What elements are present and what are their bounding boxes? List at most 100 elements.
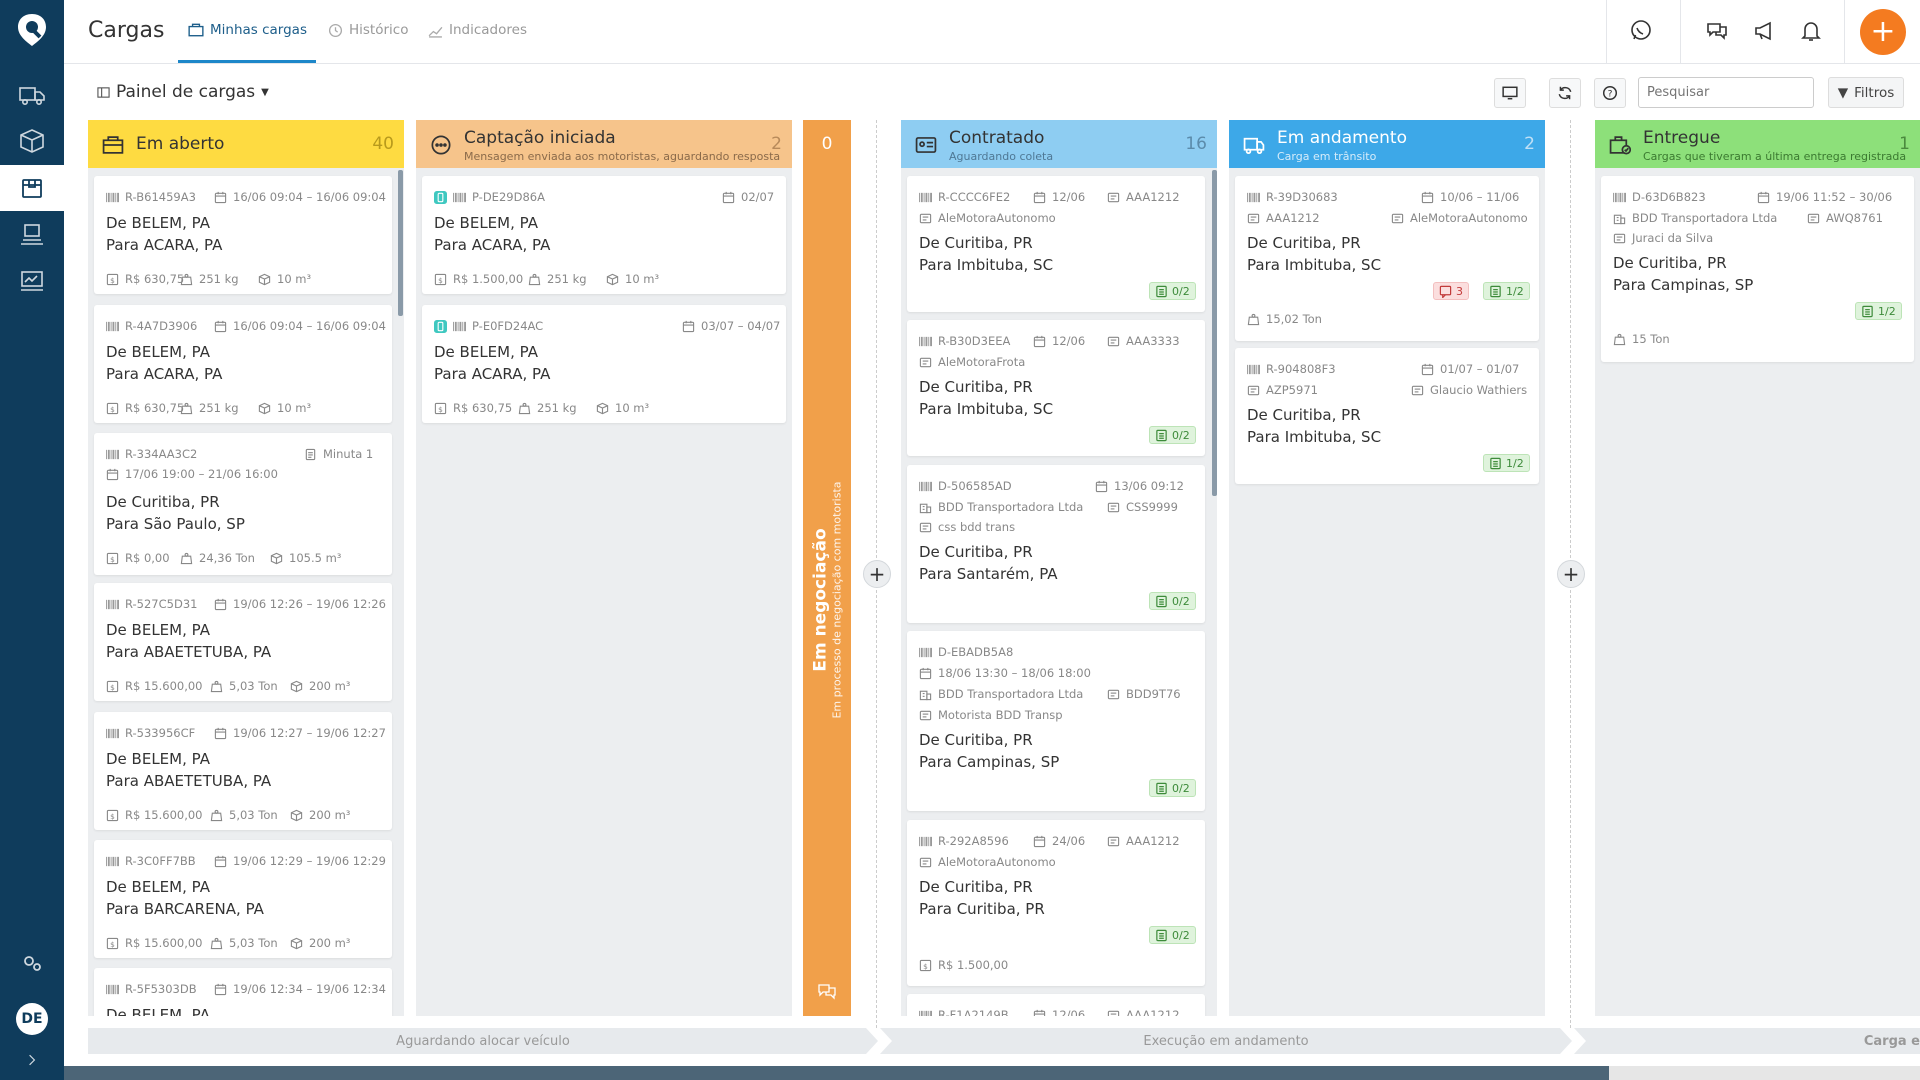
truck-icon bbox=[1243, 137, 1265, 155]
bar-icon bbox=[1613, 191, 1626, 204]
cargo-card[interactable]: R-B30D3EEA 12/06 AAA3333 AleMotoraFrota De C… bbox=[907, 320, 1205, 456]
volume-value: 10 m³ bbox=[258, 272, 311, 286]
cargo-card[interactable]: P-DE29D86A 02/07 De BELEM, PA Para ACARA, P… bbox=[422, 176, 786, 294]
cargo-id: R-292A8596 bbox=[919, 834, 1009, 848]
cargo-card[interactable]: R-F1A2149B 12/06 AAA1212 bbox=[907, 994, 1205, 1016]
value-text: 24/06 bbox=[1052, 834, 1086, 848]
add-cargo-button[interactable]: + bbox=[1860, 9, 1906, 55]
cargo-card[interactable]: R-533956CF 19/06 12:27 – 19/06 12:27 De BE… bbox=[94, 712, 392, 830]
nav-delivery-icon[interactable] bbox=[0, 212, 64, 258]
tab-indicadores[interactable]: Indicadores bbox=[428, 22, 527, 38]
cargo-card[interactable]: R-292A8596 24/06 AAA1212 AleMotoraAutonomo D… bbox=[907, 820, 1205, 986]
driver-name: css bdd trans bbox=[919, 520, 1015, 534]
progress-badge[interactable]: 1/2 bbox=[1483, 454, 1530, 472]
board-selector[interactable]: Painel de cargas ▼ bbox=[97, 82, 269, 102]
progress-badge[interactable]: 1/2 bbox=[1855, 302, 1902, 320]
bar-icon bbox=[106, 448, 119, 461]
scrollbar-thumb[interactable] bbox=[64, 1066, 1609, 1080]
progress-badge[interactable]: 1/2 bbox=[1483, 282, 1530, 300]
progress-badge[interactable]: 0/2 bbox=[1149, 926, 1196, 944]
truck-icon bbox=[1107, 835, 1120, 848]
weight-icon bbox=[210, 937, 223, 950]
cargo-card[interactable]: R-4A7D3906 16/06 09:04 – 16/06 09:04 De BE… bbox=[94, 305, 392, 423]
bar-icon bbox=[106, 855, 119, 868]
filters-button[interactable]: ▼ Filtros bbox=[1828, 77, 1904, 108]
cargo-card[interactable]: R-B61459A3 16/06 09:04 – 16/06 09:04 De BE… bbox=[94, 176, 392, 294]
cargo-date: 19/06 12:26 – 19/06 12:26 bbox=[214, 597, 386, 611]
progress-badge[interactable]: 0/2 bbox=[1149, 282, 1196, 300]
column-em-negociacao[interactable]: 0 Em negociação Em processo de negociaçã… bbox=[803, 120, 851, 1016]
value-text: AleMotoraAutonomo bbox=[938, 211, 1056, 225]
delivered-box-icon bbox=[1609, 136, 1631, 155]
cargo-card[interactable]: D-506585AD 13/06 09:12 BDD Transportadora … bbox=[907, 465, 1205, 623]
tab-minhas-cargas[interactable]: Minhas cargas bbox=[188, 22, 307, 38]
column-header: Em aberto 40 bbox=[88, 120, 404, 168]
chat-badge[interactable]: 3 bbox=[1433, 282, 1469, 300]
add-column-button[interactable]: + bbox=[863, 560, 891, 588]
bell-icon[interactable] bbox=[1798, 18, 1824, 44]
nav-indicators-icon[interactable] bbox=[0, 258, 64, 304]
origin-label: De BELEM, PA bbox=[434, 214, 538, 232]
avatar[interactable]: DE bbox=[16, 1003, 48, 1035]
weight-icon bbox=[180, 402, 193, 415]
cargo-card[interactable]: R-39D30683 10/06 – 11/06 AAA1212 AleMotoraA… bbox=[1235, 176, 1539, 341]
cargo-card[interactable]: R-904808F3 01/07 – 01/07 AZP5971 Glaucio Wa… bbox=[1235, 348, 1539, 484]
cargo-date: 10/06 – 11/06 bbox=[1421, 190, 1519, 204]
monitor-icon bbox=[1502, 86, 1518, 100]
driver-name: Glaucio Wathiers bbox=[1411, 383, 1527, 397]
cal-icon bbox=[919, 667, 932, 680]
monitor-view-button[interactable] bbox=[1494, 78, 1526, 108]
vehicle-plate: AAA1212 bbox=[1107, 834, 1180, 848]
cargo-card[interactable]: R-5F5303DB 19/06 12:34 – 19/06 12:34 De BE… bbox=[94, 968, 392, 1016]
value-text: Glaucio Wathiers bbox=[1430, 383, 1528, 397]
cargo-card[interactable]: D-EBADB5A8 18/06 13:30 – 18/06 18:00 BDD T… bbox=[907, 631, 1205, 811]
progress-badge[interactable]: 0/2 bbox=[1149, 426, 1196, 444]
cargo-card[interactable]: R-CCCC6FE2 12/06 AAA1212 AleMotoraAutonomo D… bbox=[907, 176, 1205, 312]
expand-sidebar-icon[interactable] bbox=[0, 1040, 64, 1080]
tab-historico[interactable]: Histórico bbox=[328, 22, 408, 38]
money-icon bbox=[106, 552, 119, 565]
weight-icon bbox=[180, 552, 193, 565]
value-text: 251 kg bbox=[537, 401, 577, 415]
progress-badge[interactable]: 0/2 bbox=[1149, 779, 1196, 797]
truck-icon bbox=[919, 212, 932, 225]
logo-icon[interactable] bbox=[14, 12, 50, 48]
column-scrollbar[interactable] bbox=[398, 170, 403, 316]
cargo-card[interactable]: D-63D6B823 19/06 11:52 – 30/06 BDD Transpo… bbox=[1601, 176, 1914, 362]
cargo-card[interactable]: R-3C0FF7BB 19/06 12:29 – 19/06 12:29 De BE… bbox=[94, 840, 392, 958]
value-text: R$ 630,75 bbox=[125, 272, 185, 286]
value-text: D-506585AD bbox=[938, 479, 1012, 493]
value-text: R$ 1.500,00 bbox=[938, 958, 1009, 972]
nav-truck-icon[interactable] bbox=[0, 72, 64, 118]
cargo-card[interactable]: R-334AA3C2 Minuta 1 17/06 19:00 – 21/06 16… bbox=[94, 433, 392, 575]
refresh-button[interactable] bbox=[1549, 78, 1581, 108]
nav-cargas-icon[interactable] bbox=[0, 165, 64, 211]
cargo-card[interactable]: P-E0FD24AC 03/07 – 04/07 De BELEM, PA Para … bbox=[422, 305, 786, 423]
truck-icon bbox=[919, 709, 932, 722]
search-input[interactable] bbox=[1638, 77, 1814, 108]
nav-box-icon[interactable] bbox=[0, 118, 64, 164]
destination-label: Para Imbituba, SC bbox=[919, 400, 1054, 418]
cargo-card[interactable]: R-527C5D31 19/06 12:26 – 19/06 12:26 De BE… bbox=[94, 583, 392, 701]
add-column-button[interactable]: + bbox=[1557, 560, 1585, 588]
cargo-date: 24/06 bbox=[1033, 834, 1085, 848]
cargo-date: 19/06 11:52 – 30/06 bbox=[1757, 190, 1892, 204]
bar-icon bbox=[106, 598, 119, 611]
horizontal-scrollbar[interactable] bbox=[64, 1066, 1920, 1080]
megaphone-icon[interactable] bbox=[1752, 18, 1778, 44]
cal-icon bbox=[1421, 363, 1434, 376]
value-text: 5,03 Ton bbox=[229, 936, 278, 950]
chat-icon bbox=[818, 984, 836, 1000]
value-text: 200 m³ bbox=[309, 936, 351, 950]
column-scrollbar[interactable] bbox=[1212, 170, 1217, 496]
progress-badge[interactable]: 0/2 bbox=[1149, 592, 1196, 610]
whatsapp-icon[interactable] bbox=[1628, 18, 1654, 44]
origin-label: De Curitiba, PR bbox=[106, 493, 220, 511]
settings-icon[interactable] bbox=[0, 940, 64, 986]
chat-icon[interactable] bbox=[1704, 18, 1730, 44]
origin-label: De Curitiba, PR bbox=[919, 878, 1033, 896]
help-button[interactable]: ? bbox=[1594, 78, 1626, 108]
caret-down-icon: ▼ bbox=[261, 86, 269, 98]
price-value: R$ 15.600,00 bbox=[106, 679, 203, 693]
cal-icon bbox=[214, 598, 227, 611]
